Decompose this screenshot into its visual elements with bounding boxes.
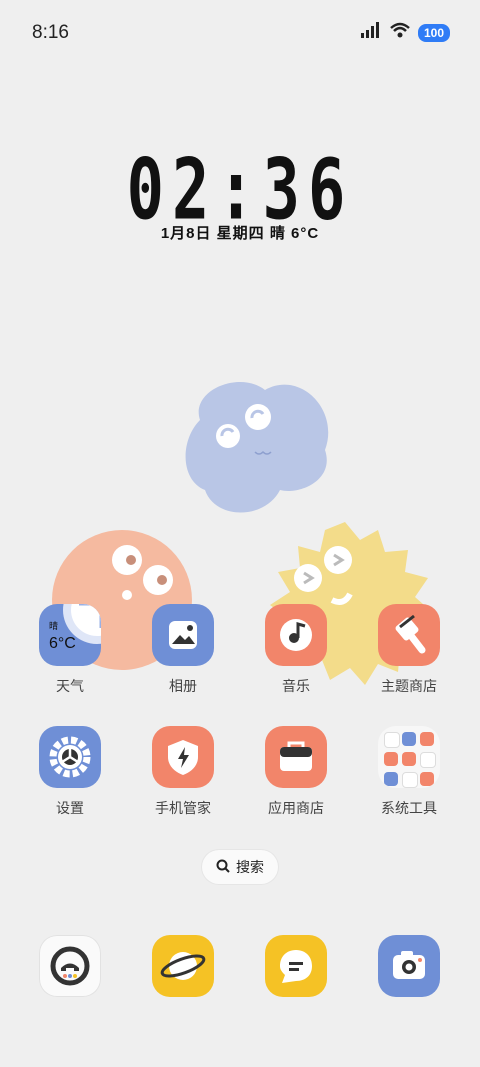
shopping-bag-icon — [265, 726, 327, 788]
app-label: 天气 — [56, 678, 84, 694]
app-weather[interactable]: 晴 6°C 天气 — [25, 604, 115, 696]
weather-temperature: 6°C — [49, 635, 76, 652]
dock-app-camera[interactable] — [364, 935, 454, 997]
dock-app-phone[interactable] — [25, 935, 115, 997]
music-icon — [265, 604, 327, 666]
app-label: 应用商店 — [268, 800, 324, 816]
app-label: 设置 — [56, 800, 84, 816]
app-photos[interactable]: 相册 — [138, 604, 228, 696]
app-settings[interactable]: 设置 — [25, 726, 115, 818]
gear-icon — [39, 726, 101, 788]
planet-icon — [152, 935, 214, 997]
app-label: 系统工具 — [381, 800, 437, 816]
app-phone-manager[interactable]: 手机管家 — [138, 726, 228, 818]
clock-date[interactable]: 1月8日 星期四 晴 6°C — [0, 222, 480, 243]
signal-icon — [360, 22, 382, 43]
message-icon — [265, 935, 327, 997]
dock-app-messages[interactable] — [251, 935, 341, 997]
battery-indicator: 100 — [417, 23, 450, 42]
folder-preview-grid — [384, 732, 436, 788]
status-bar: 8:16 100 — [0, 0, 480, 66]
search-icon — [216, 859, 230, 876]
app-music[interactable]: 音乐 — [251, 604, 341, 696]
weather-icon: 晴 6°C — [39, 604, 101, 666]
status-icons: 100 — [360, 22, 450, 43]
app-app-store[interactable]: 应用商店 — [251, 726, 341, 818]
app-system-tools[interactable]: 系统工具 — [364, 726, 454, 818]
status-time: 8:16 — [32, 22, 69, 43]
app-label: 相册 — [169, 678, 197, 694]
search-label: 搜索 — [236, 859, 264, 875]
app-label: 主题商店 — [381, 678, 437, 694]
paintbrush-icon — [378, 604, 440, 666]
folder-icon — [378, 726, 440, 788]
weather-condition: 晴 — [49, 621, 59, 631]
search-button[interactable]: 搜索 — [202, 850, 278, 884]
photo-gallery-icon — [152, 604, 214, 666]
phone-icon — [39, 935, 101, 997]
dock-app-browser[interactable] — [138, 935, 228, 997]
shield-icon — [152, 726, 214, 788]
app-theme-store[interactable]: 主题商店 — [364, 604, 454, 696]
app-label: 音乐 — [282, 678, 310, 694]
wifi-icon — [390, 22, 410, 43]
app-label: 手机管家 — [155, 800, 211, 816]
camera-icon — [378, 935, 440, 997]
